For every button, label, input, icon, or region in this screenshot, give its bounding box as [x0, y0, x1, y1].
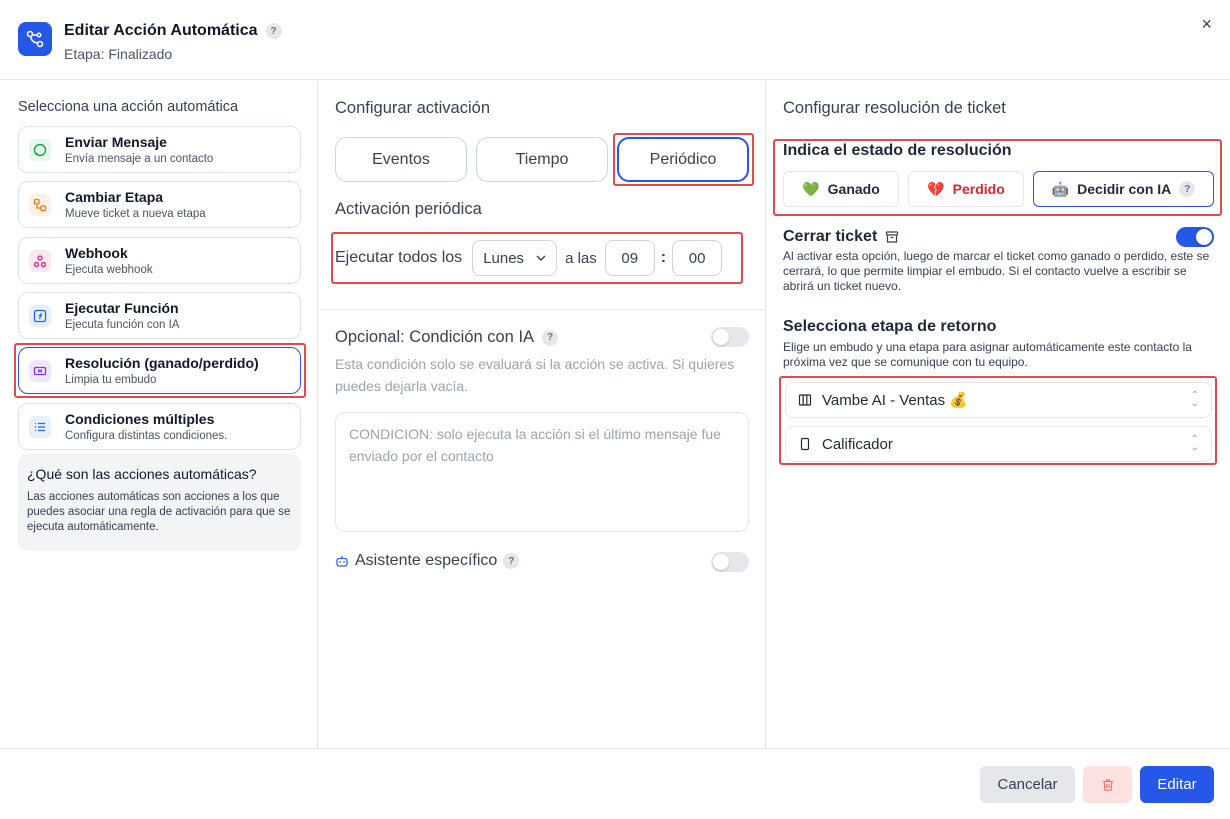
minute-input[interactable]: 00 [672, 240, 723, 276]
return-stage-title: Selecciona etapa de retorno [783, 318, 997, 335]
ai-decide-label: Decidir con IA [1077, 181, 1172, 197]
chevron-down-icon [536, 255, 546, 261]
cancel-button[interactable]: Cancelar [980, 766, 1075, 803]
resolution-title: Configurar resolución de ticket [783, 99, 1006, 117]
chevron-up-down-icon: ⌃ ⌄ [1190, 434, 1199, 453]
optional-condition-desc: Esta condición solo se evaluará si la ac… [335, 356, 735, 394]
action-desc: Envía mensaje a un contacto [65, 153, 214, 165]
action-label: Ejecutar Función [65, 300, 179, 316]
close-ticket-toggle[interactable] [1176, 227, 1214, 247]
return-stage-desc: Elige un embudo y una etapa para asignar… [783, 340, 1192, 369]
action-desc: Ejecuta webhook [65, 264, 153, 276]
periodic-title: Activación periódica [335, 200, 482, 218]
edit-button[interactable]: Editar [1140, 766, 1214, 803]
won-label: Ganado [827, 181, 880, 197]
action-multiple-conditions[interactable]: Condiciones múltiples Configura distinta… [18, 403, 301, 450]
lost-label: Perdido [952, 181, 1005, 197]
info-text: Las acciones automáticas son acciones a … [27, 491, 291, 533]
info-title: ¿Qué son las acciones automáticas? [27, 466, 257, 482]
delete-button[interactable] [1083, 766, 1132, 803]
ai-condition-toggle[interactable] [711, 327, 749, 347]
action-change-stage[interactable]: Cambiar Etapa Mueve ticket a nueva etapa [18, 181, 301, 228]
time-separator: : [660, 249, 667, 266]
condition-input[interactable]: CONDICION: solo ejecuta la acción si el … [335, 412, 749, 532]
state-title: Indica el estado de resolución [783, 142, 1012, 159]
automation-icon [18, 22, 52, 56]
won-button[interactable]: 💚 Ganado [783, 171, 899, 207]
funnel-value: Vambe AI - Ventas 💰 [822, 392, 968, 409]
help-icon[interactable]: ? [1179, 181, 1196, 197]
action-label: Cambiar Etapa [65, 189, 164, 205]
columns-icon [798, 394, 812, 406]
action-label: Enviar Mensaje [65, 134, 167, 150]
day-select[interactable]: Lunes [472, 240, 558, 276]
periodic-row: Ejecutar todos los Lunes a las 09 : 00 [335, 240, 723, 276]
ai-decide-button[interactable]: 🤖 Decidir con IA ? [1033, 171, 1214, 207]
help-icon[interactable]: ? [265, 23, 282, 39]
assistant-label: Asistente específico [355, 552, 498, 569]
help-icon[interactable]: ? [503, 553, 520, 569]
tab-events[interactable]: Eventos [335, 137, 467, 182]
action-desc: Limpia tu embudo [65, 374, 157, 386]
webhook-icon [29, 250, 51, 272]
action-list-title: Selecciona una acción automática [18, 99, 239, 115]
action-webhook[interactable]: Webhook Ejecuta webhook [18, 237, 301, 284]
dialog-header: Editar Acción Automática ? Etapa: Finali… [0, 0, 1230, 80]
action-label: Webhook [65, 245, 128, 261]
hour-input[interactable]: 09 [604, 240, 655, 276]
action-send-message[interactable]: Enviar Mensaje Envía mensaje a un contac… [18, 126, 301, 173]
close-ticket-desc: Al activar esta opción, luego de marcar … [783, 249, 1210, 293]
stage-select[interactable]: Calificador ⌃ ⌄ [785, 426, 1212, 462]
close-ticket-title: Cerrar ticket [783, 228, 878, 245]
assistant-toggle[interactable] [711, 552, 749, 572]
broken-heart-icon: 💔 [927, 180, 945, 197]
function-icon [29, 305, 51, 327]
funnel-select[interactable]: Vambe AI - Ventas 💰 ⌃ ⌄ [785, 382, 1212, 418]
tab-time[interactable]: Tiempo [476, 137, 608, 182]
dialog-subtitle: Etapa: Finalizado [64, 46, 173, 62]
phone-icon [800, 437, 810, 451]
bot-icon [336, 556, 348, 567]
stage-value: Calificador [822, 435, 893, 453]
at-label: a las [565, 249, 597, 267]
action-desc: Mueve ticket a nueva etapa [65, 208, 206, 220]
chevron-up-down-icon: ⌃ ⌄ [1190, 390, 1199, 409]
action-desc: Ejecuta función con IA [65, 319, 180, 331]
section-divider [319, 309, 766, 310]
day-value: Lunes [483, 249, 525, 267]
optional-condition-label: Opcional: Condición con IA [335, 328, 535, 346]
optional-condition-title: Opcional: Condición con IA ? [335, 328, 559, 347]
close-ticket-row: Cerrar ticket [783, 228, 899, 246]
action-desc: Configura distintas condiciones. [65, 430, 228, 442]
message-circle-icon [29, 139, 51, 161]
dialog-title: Editar Acción Automática ? [64, 22, 282, 40]
assistant-row: Asistente específico ? [335, 552, 520, 570]
action-run-function[interactable]: Ejecutar Función Ejecuta función con IA [18, 292, 301, 339]
list-icon [29, 416, 51, 438]
dialog-title-text: Editar Acción Automática [64, 22, 258, 39]
tab-periodic[interactable]: Periódico [617, 137, 749, 182]
action-label: Resolución (ganado/perdido) [65, 355, 259, 371]
robot-icon: 🤖 [1051, 180, 1070, 197]
activation-title: Configurar activación [335, 99, 490, 117]
action-label: Condiciones múltiples [65, 411, 215, 427]
help-icon[interactable]: ? [542, 329, 559, 346]
green-heart-icon: 💚 [802, 180, 820, 197]
run-every-label: Ejecutar todos los [335, 249, 463, 266]
ticket-icon [29, 360, 51, 382]
trash-icon [1102, 778, 1113, 791]
lost-button[interactable]: 💔 Perdido [908, 171, 1024, 207]
move-stage-icon [29, 194, 51, 216]
action-resolution[interactable]: Resolución (ganado/perdido) Limpia tu em… [18, 347, 301, 394]
info-box: ¿Qué son las acciones automáticas? Las a… [18, 454, 301, 551]
archive-icon [886, 231, 899, 243]
close-icon[interactable]: × [1201, 14, 1212, 35]
